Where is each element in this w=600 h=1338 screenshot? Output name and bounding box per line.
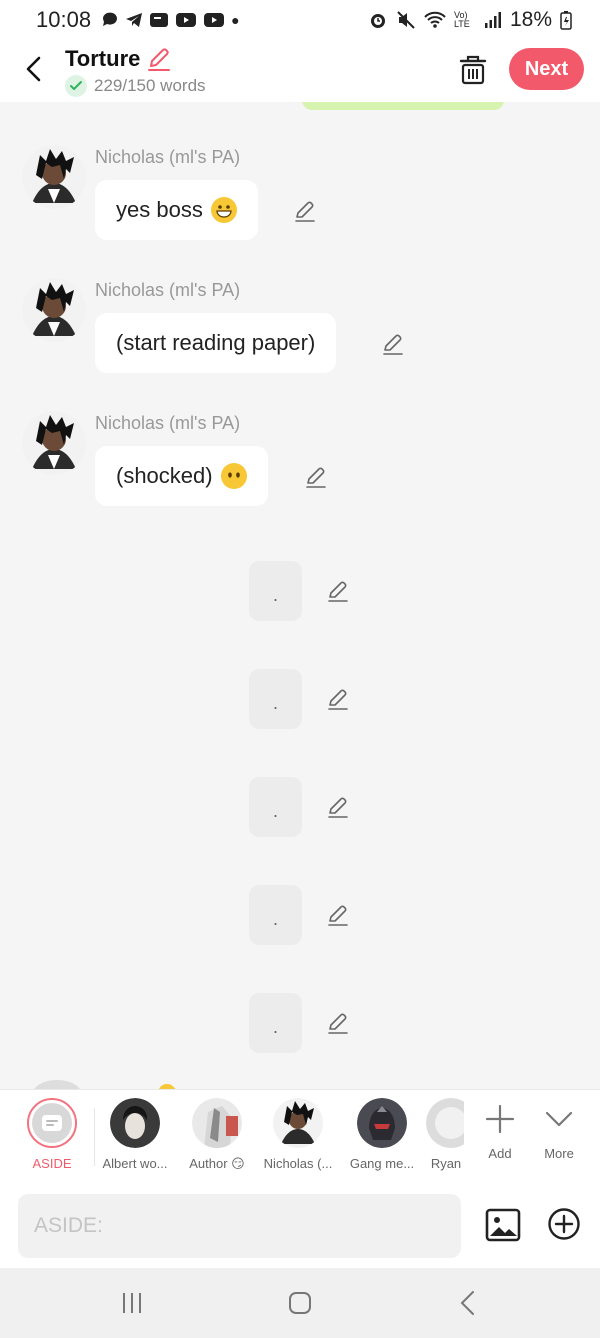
signal-icon xyxy=(484,12,501,28)
avatar[interactable] xyxy=(22,411,86,475)
sender-name: Nicholas (ml's PA) xyxy=(95,413,241,433)
narration-bubble[interactable]: . xyxy=(249,885,302,945)
avatar[interactable] xyxy=(32,1080,82,1089)
status-bar: 10:08 ● Vo) LTE 18% xyxy=(0,0,600,40)
message-text: (shocked) xyxy=(116,463,213,488)
more-label: More xyxy=(544,1146,574,1161)
avatar xyxy=(426,1098,464,1148)
back-nav-button[interactable] xyxy=(448,1288,488,1318)
character-albert[interactable]: Albert wo... xyxy=(93,1098,177,1171)
back-icon xyxy=(460,1291,474,1315)
aside-input[interactable] xyxy=(18,1194,461,1258)
edit-message-icon[interactable] xyxy=(326,687,350,711)
message-text: yes boss xyxy=(116,197,203,222)
top-bar: Torture 229/150 words Next xyxy=(0,40,600,102)
alarm-icon xyxy=(370,14,385,28)
battery-percent: 18% xyxy=(509,8,552,31)
youtube-icon xyxy=(176,13,197,27)
edit-message-icon[interactable] xyxy=(326,579,350,603)
character-label: Ryan xyxy=(430,1156,462,1171)
telegram-icon xyxy=(126,13,143,27)
image-icon[interactable] xyxy=(485,1207,521,1243)
avatar[interactable] xyxy=(22,278,86,342)
chevron-down-icon xyxy=(545,1111,573,1127)
narration-bubble[interactable]: . xyxy=(249,561,302,621)
notification-icons: ● xyxy=(101,11,240,29)
chat-icon xyxy=(103,12,118,26)
plus-icon xyxy=(485,1104,515,1134)
add-circle-icon[interactable] xyxy=(547,1207,581,1241)
system-nav-bar xyxy=(0,1268,600,1338)
story-title[interactable]: Torture xyxy=(65,46,140,72)
avatar xyxy=(192,1098,242,1148)
previous-message-bubble xyxy=(302,102,504,110)
trash-icon[interactable] xyxy=(458,54,488,86)
character-label: Author 😏 xyxy=(189,1156,245,1171)
edit-title-icon[interactable] xyxy=(146,46,172,72)
avatar xyxy=(357,1098,407,1148)
battery-icon xyxy=(560,11,572,30)
word-count: 229/150 words xyxy=(94,76,206,95)
narration-bubble[interactable]: . xyxy=(249,993,302,1053)
avatar xyxy=(110,1098,160,1148)
news-icon xyxy=(150,13,169,27)
edit-message-icon[interactable] xyxy=(326,1011,350,1035)
character-label: Albert wo... xyxy=(102,1156,168,1171)
more-button[interactable]: More xyxy=(529,1104,589,1161)
wifi-icon xyxy=(424,11,446,28)
character-aside[interactable]: ASIDE xyxy=(10,1098,94,1171)
message-bubble[interactable]: (start reading paper) xyxy=(95,313,337,373)
no-mouth-face-icon xyxy=(220,463,247,489)
avatar[interactable] xyxy=(22,145,86,209)
mute-icon xyxy=(397,11,415,29)
edit-message-icon[interactable] xyxy=(381,332,405,356)
edit-message-icon[interactable] xyxy=(326,903,350,927)
more-notifications-dot: ● xyxy=(231,12,240,28)
home-button[interactable] xyxy=(280,1288,320,1318)
home-icon xyxy=(289,1292,311,1314)
character-author[interactable]: Author 😏 xyxy=(175,1098,259,1172)
character-nicholas[interactable]: Nicholas (... xyxy=(256,1098,340,1171)
system-icons: Vo) LTE 18% xyxy=(368,8,572,32)
avatar xyxy=(273,1098,323,1148)
character-label: Nicholas (... xyxy=(263,1156,333,1171)
edit-message-icon[interactable] xyxy=(326,795,350,819)
message-bubble[interactable]: (shocked) xyxy=(95,446,268,506)
character-ryan[interactable]: Ryan xyxy=(418,1098,464,1171)
sender-name: Nicholas (ml's PA) xyxy=(95,280,241,300)
chat-area[interactable]: Nicholas (ml's PA) yes boss Nicholas (ml… xyxy=(0,102,600,1089)
message-bubble[interactable]: yes boss xyxy=(95,180,258,240)
check-icon xyxy=(65,75,87,97)
sender-name: Nicholas (ml's PA) xyxy=(95,147,241,167)
chevron-left-icon xyxy=(26,56,41,82)
recents-icon xyxy=(123,1293,141,1313)
character-selector: ASIDE Albert wo... Author 😏 Nicholas (..… xyxy=(0,1089,600,1185)
add-label: Add xyxy=(488,1146,512,1161)
edit-message-icon[interactable] xyxy=(293,199,317,223)
character-gang-member[interactable]: Gang me... xyxy=(340,1098,424,1171)
recents-button[interactable] xyxy=(112,1288,152,1318)
character-label: Gang me... xyxy=(349,1156,415,1171)
aside-avatar xyxy=(27,1098,77,1148)
message-icon xyxy=(42,1115,62,1131)
grinning-face-icon xyxy=(210,197,237,223)
input-row xyxy=(0,1185,600,1268)
character-label: ASIDE xyxy=(32,1156,72,1171)
volte-label: Vo) LTE xyxy=(453,10,470,29)
narration-bubble[interactable]: . xyxy=(249,669,302,729)
youtube-icon-2 xyxy=(204,13,225,27)
message-text: (start reading paper) xyxy=(116,330,316,355)
narration-bubble[interactable]: . xyxy=(249,777,302,837)
status-time: 10:08 xyxy=(36,7,92,32)
edit-message-icon[interactable] xyxy=(304,465,328,489)
add-character-button[interactable]: Add xyxy=(470,1104,530,1161)
back-button[interactable] xyxy=(18,52,48,86)
next-button[interactable]: Next xyxy=(509,48,584,90)
